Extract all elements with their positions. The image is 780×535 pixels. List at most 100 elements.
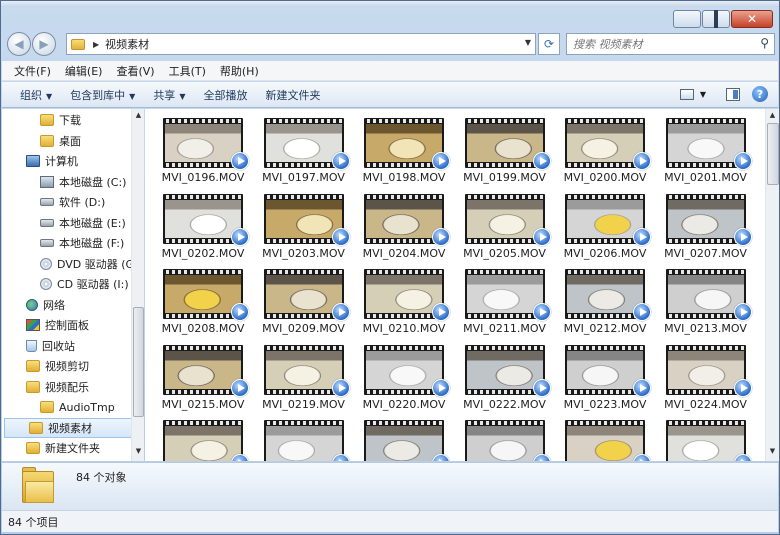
minimize-button[interactable] [673, 10, 701, 28]
include-in-library-button[interactable]: 包含到库中 ▼ [70, 87, 135, 103]
file-item[interactable] [648, 411, 752, 461]
nav-item[interactable]: 回收站 [2, 336, 134, 356]
nav-item-label: 视频配乐 [45, 380, 89, 394]
file-item[interactable]: MVI_0212.MOV [547, 260, 651, 335]
file-item[interactable]: MVI_0203.MOV [246, 185, 350, 260]
nav-item-label: 视频剪切 [45, 360, 89, 373]
menu-item[interactable]: 文件(F) [14, 63, 51, 79]
disc-icon [40, 278, 52, 290]
details-pane: 84 个对象 [2, 462, 778, 510]
file-item[interactable]: MVI_0222.MOV [447, 336, 551, 411]
back-button[interactable]: ◀ [7, 32, 31, 56]
scroll-up-icon[interactable]: ▲ [767, 111, 778, 123]
file-item[interactable]: MVI_0201.MOV [648, 109, 752, 184]
breadcrumb-segment[interactable]: 视频素材 [105, 36, 149, 52]
address-bar[interactable]: ▶ 视频素材 ▼ [66, 33, 536, 55]
file-item[interactable]: MVI_0202.MOV [145, 185, 249, 260]
file-item[interactable]: MVI_0219.MOV [246, 336, 350, 411]
folder-icon [26, 442, 40, 454]
file-item[interactable]: MVI_0198.MOV [346, 109, 450, 184]
folder-icon [40, 114, 54, 126]
file-item[interactable]: MVI_0215.MOV [145, 336, 249, 411]
scroll-down-icon[interactable]: ▼ [767, 447, 778, 459]
file-item[interactable] [547, 411, 651, 461]
file-item[interactable]: MVI_0209.MOV [246, 260, 350, 335]
scroll-down-icon[interactable]: ▼ [133, 447, 144, 459]
file-item[interactable]: MVI_0223.MOV [547, 336, 651, 411]
scroll-thumb[interactable] [133, 307, 144, 417]
nav-item-label: 控制面板 [45, 319, 89, 332]
file-item[interactable]: MVI_0208.MOV [145, 260, 249, 335]
menu-item[interactable]: 编辑(E) [65, 63, 103, 79]
file-item[interactable]: MVI_0197.MOV [246, 109, 350, 184]
nav-item[interactable]: 本地磁盘 (E:) [2, 213, 134, 233]
file-item[interactable]: MVI_0200.MOV [547, 109, 651, 184]
nav-item[interactable]: 本地磁盘 (C:) [2, 172, 134, 192]
share-button[interactable]: 共享 ▼ [153, 87, 185, 103]
file-item[interactable]: MVI_0211.MOV [447, 260, 551, 335]
search-box[interactable]: ⚲ [566, 33, 775, 55]
preview-pane-icon[interactable] [726, 87, 740, 101]
nav-item[interactable]: DVD 驱动器 (G [2, 254, 134, 274]
file-item[interactable]: MVI_0224.MOV [648, 336, 752, 411]
file-list-scrollbar[interactable]: ▲ ▼ [765, 109, 779, 461]
new-folder-button[interactable]: 新建文件夹 [265, 87, 320, 103]
address-dropdown-icon[interactable]: ▼ [525, 38, 531, 47]
menu-item[interactable]: 查看(V) [116, 63, 154, 79]
scroll-up-icon[interactable]: ▲ [133, 111, 144, 123]
nav-item-label: 新建文件夹 [45, 442, 100, 455]
help-icon[interactable]: ? [752, 86, 768, 102]
file-item[interactable]: MVI_0204.MOV [346, 185, 450, 260]
nav-item[interactable]: 计算机 [2, 151, 134, 171]
nav-item[interactable]: 视频配乐 [2, 377, 134, 397]
nav-item[interactable]: 下载 [2, 110, 134, 130]
nav-item-label: 视频素材 [48, 421, 92, 435]
view-dropdown-icon[interactable]: ▼ [700, 90, 706, 99]
nav-item[interactable]: 控制面板 [2, 315, 134, 335]
menu-item[interactable]: 工具(T) [169, 63, 206, 79]
video-thumbnail [364, 420, 444, 461]
file-item[interactable]: MVI_0199.MOV [447, 109, 551, 184]
folder-icon [26, 380, 40, 393]
file-item[interactable]: MVI_0210.MOV [346, 260, 450, 335]
file-name: MVI_0224.MOV [664, 397, 747, 411]
file-item[interactable]: MVI_0196.MOV [145, 109, 249, 184]
close-button[interactable] [731, 10, 773, 28]
nav-item[interactable]: 视频素材 [4, 417, 136, 438]
folder-icon [26, 360, 40, 372]
file-item[interactable]: MVI_0207.MOV [648, 185, 752, 260]
navigation-scrollbar[interactable]: ▲ ▼ [131, 109, 144, 461]
refresh-button[interactable]: ⟳ [538, 33, 560, 55]
nav-item[interactable]: CD 驱动器 (I:) [2, 274, 134, 294]
nav-item[interactable]: AudioTmp [2, 397, 134, 417]
nav-item[interactable]: 软件 (D:) [2, 192, 134, 212]
search-input[interactable] [573, 37, 753, 51]
nav-item[interactable]: 本地磁盘 (F:) [2, 233, 134, 253]
nav-item[interactable]: 网络 [2, 295, 134, 315]
nav-item[interactable]: 视频剪切 [2, 356, 134, 376]
video-thumbnail [163, 420, 243, 461]
video-thumbnail [565, 420, 645, 461]
file-item[interactable]: MVI_0205.MOV [447, 185, 551, 260]
scroll-thumb[interactable] [767, 123, 779, 185]
maximize-button[interactable] [702, 10, 730, 28]
nav-item[interactable]: 桌面 [2, 131, 134, 151]
change-view-icon[interactable] [679, 88, 694, 100]
breadcrumb-arrow-icon[interactable]: ▶ [93, 40, 99, 49]
menu-item[interactable]: 帮助(H) [220, 63, 259, 79]
system-drive-icon [40, 175, 54, 188]
nav-item[interactable]: 新建文件夹 [2, 438, 134, 458]
file-item[interactable] [246, 411, 350, 461]
file-item[interactable] [145, 411, 249, 461]
search-icon[interactable]: ⚲ [760, 36, 769, 50]
organize-button[interactable]: 组织 ▼ [20, 87, 52, 103]
file-name: MVI_0200.MOV [563, 171, 647, 184]
file-item[interactable]: MVI_0206.MOV [547, 185, 651, 260]
file-item[interactable] [447, 411, 551, 461]
play-all-button[interactable]: 全部播放 [203, 87, 247, 103]
forward-button[interactable]: ▶ [32, 32, 56, 56]
file-item[interactable]: MVI_0220.MOV [346, 336, 450, 411]
video-play-icon [733, 378, 752, 397]
file-item[interactable]: MVI_0213.MOV [648, 260, 752, 335]
file-item[interactable] [346, 411, 450, 461]
